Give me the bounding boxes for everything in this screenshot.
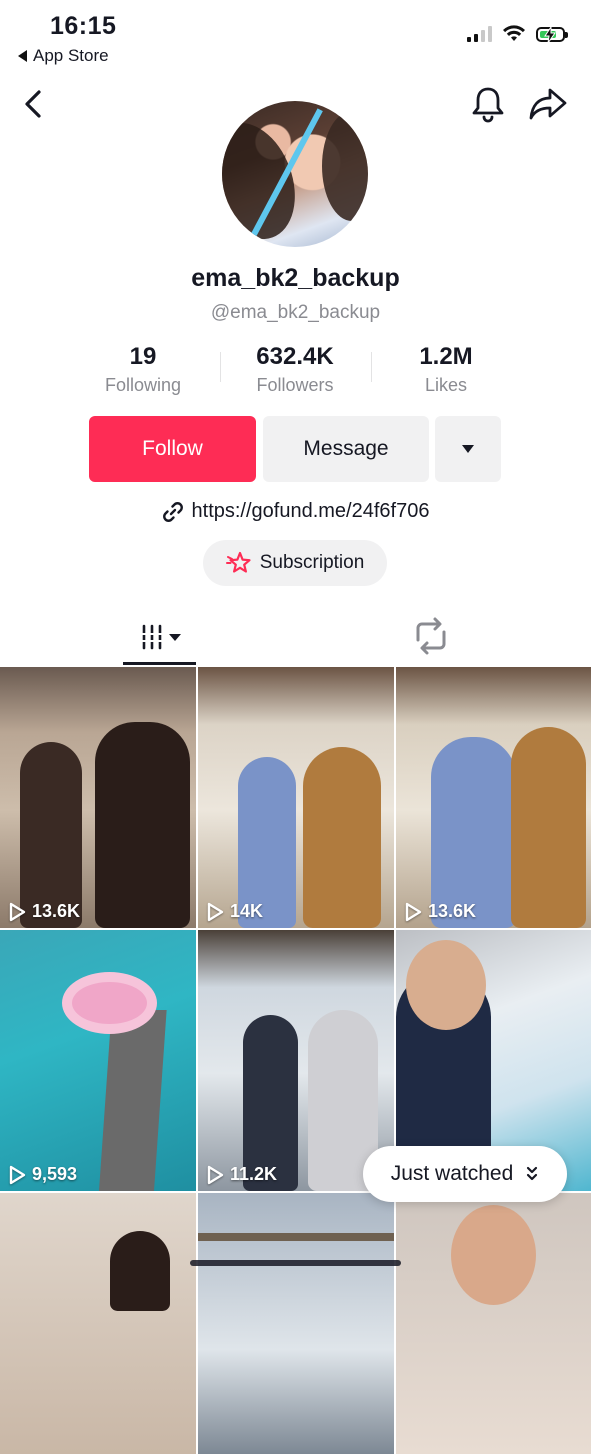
stat-value: 19: [129, 343, 157, 370]
video-grid: 13.6K 14K 13.6K 9,593 11.2K: [0, 667, 591, 1454]
home-indicator[interactable]: [190, 1260, 401, 1266]
play-icon: [207, 902, 224, 921]
active-tab-indicator: [123, 662, 196, 665]
video-thumbnail[interactable]: [0, 1193, 196, 1454]
tab-dropdown-icon: [168, 633, 181, 641]
share-icon[interactable]: [528, 86, 568, 122]
status-icons: [467, 25, 568, 43]
tab-reposts-repeat-icon[interactable]: [405, 614, 457, 658]
battery-icon: [536, 26, 568, 43]
profile-username: ema_bk2_backup: [191, 264, 400, 292]
stat-value: 1.2M: [419, 343, 473, 370]
back-arrow-icon[interactable]: [18, 86, 52, 122]
link-icon: [162, 501, 183, 522]
video-thumbnail[interactable]: [396, 1193, 591, 1454]
dropdown-arrow-icon: [462, 445, 474, 453]
bio-link[interactable]: https://gofund.me/24f6f706: [0, 500, 591, 523]
profile-handle: @ema_bk2_backup: [210, 302, 381, 323]
stat-label: Likes: [424, 375, 468, 395]
back-to-app-store[interactable]: App Store: [18, 46, 109, 66]
grid-videos-icon: [139, 624, 164, 650]
double-chevron-down-icon: [527, 1166, 538, 1181]
back-triangle-icon: [18, 50, 27, 62]
play-icon: [9, 902, 26, 921]
bio-link-text: https://gofund.me/24f6f706: [191, 500, 430, 522]
subscription-button[interactable]: Subscription: [203, 540, 387, 586]
profile-avatar[interactable]: [222, 101, 368, 247]
play-icon: [207, 1165, 224, 1184]
cellular-signal-icon: [467, 26, 492, 42]
just-watched-button[interactable]: Just watched: [363, 1146, 567, 1202]
video-views: 13.6K: [404, 901, 476, 922]
back-app-label: App Store: [33, 46, 109, 65]
subscription-label: Subscription: [259, 552, 365, 573]
follow-button[interactable]: Follow: [89, 416, 256, 482]
tab-videos[interactable]: [123, 610, 196, 664]
just-watched-label: Just watched: [390, 1162, 514, 1185]
video-views: 9,593: [8, 1164, 77, 1185]
stat-likes[interactable]: 1.2M Likes: [371, 343, 521, 396]
video-views: 11.2K: [206, 1164, 277, 1185]
play-icon: [405, 902, 422, 921]
status-time: 16:15: [50, 12, 117, 40]
message-button[interactable]: Message: [263, 416, 429, 482]
video-thumbnail[interactable]: 14K: [198, 667, 394, 928]
video-thumbnail[interactable]: 13.6K: [396, 667, 591, 928]
subscription-star-icon: [225, 551, 251, 573]
video-thumbnail[interactable]: [198, 1193, 394, 1454]
video-views: 13.6K: [8, 901, 80, 922]
stat-value: 632.4K: [256, 343, 334, 370]
video-thumbnail[interactable]: 9,593: [0, 930, 196, 1191]
wifi-icon: [503, 25, 525, 41]
stat-following[interactable]: 19 Following: [68, 343, 218, 396]
more-options-button[interactable]: [435, 416, 501, 482]
play-icon: [9, 1165, 26, 1184]
bell-icon[interactable]: [470, 84, 506, 124]
video-thumbnail[interactable]: 13.6K: [0, 667, 196, 928]
stat-label: Followers: [256, 375, 334, 395]
stat-label: Following: [104, 375, 182, 395]
video-views: 14K: [206, 901, 263, 922]
video-thumbnail[interactable]: 11.2K: [198, 930, 394, 1191]
stat-followers[interactable]: 632.4K Followers: [220, 343, 370, 396]
